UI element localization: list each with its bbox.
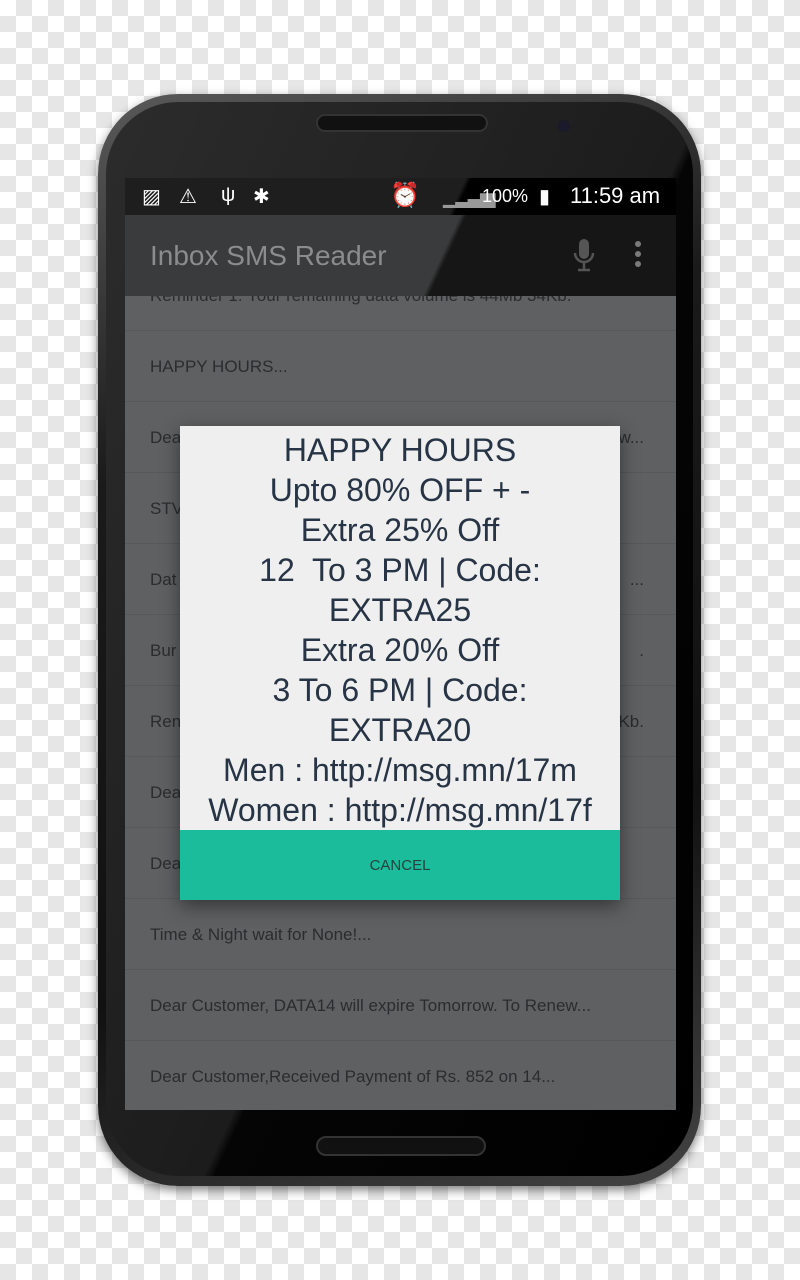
- message-preview-tail: Kb.: [618, 712, 644, 731]
- message-preview: Dear Customer,Received Payment of Rs. 85…: [150, 1067, 556, 1086]
- message-preview: Dear Customer, DATA14 will expire Tomorr…: [150, 996, 591, 1015]
- status-bar: ▨ ⚠ ψ ✱ ⏰ ▁▂▃▅ 100% ▮ 11:59 am: [125, 178, 676, 215]
- message-list-item[interactable]: HAPPY HOURS...: [125, 331, 676, 402]
- message-preview: Dea: [150, 854, 182, 873]
- message-preview: Bur: [150, 641, 177, 660]
- message-preview: Dat: [150, 570, 177, 589]
- message-list-item[interactable]: Time & Night wait for None!...: [125, 899, 676, 970]
- cancel-button[interactable]: CANCEL: [180, 830, 620, 900]
- message-preview: Reminder 1: Your remaining data volume i…: [150, 296, 571, 306]
- message-preview: HAPPY HOURS...: [150, 357, 288, 376]
- message-preview: Dea: [150, 428, 182, 447]
- dialog-message: HAPPY HOURS Upto 80% OFF + - Extra 25% O…: [208, 432, 592, 828]
- message-dialog: HAPPY HOURS Upto 80% OFF + - Extra 25% O…: [180, 426, 620, 900]
- message-list-item[interactable]: Dear Customer,Received Payment of Rs. 85…: [125, 1041, 676, 1110]
- battery-charging-icon: ▮: [539, 186, 551, 208]
- home-speaker-grille: [316, 1136, 486, 1156]
- message-list-item[interactable]: Dear Customer, DATA14 will expire Tomorr…: [125, 970, 676, 1041]
- mic-icon[interactable]: [571, 237, 597, 273]
- front-camera: [558, 120, 570, 132]
- app-title: Inbox SMS Reader: [150, 240, 387, 271]
- message-preview-tail: .: [639, 641, 644, 660]
- app-bar: Inbox SMS Reader: [125, 215, 676, 296]
- warning-icon: ⚠: [179, 186, 197, 208]
- earpiece-speaker: [316, 114, 488, 132]
- message-preview: STV: [150, 499, 184, 518]
- message-preview: Dea: [150, 783, 182, 802]
- alarm-icon: ⏰: [390, 182, 420, 209]
- message-preview-tail: ...: [629, 570, 644, 589]
- image-icon: ▨: [142, 186, 161, 208]
- message-preview: Time & Night wait for None!...: [150, 925, 372, 944]
- bug-icon: ✱: [253, 186, 270, 208]
- message-preview: Ren: [150, 712, 182, 731]
- more-options-icon[interactable]: [630, 241, 646, 271]
- usb-icon: ψ: [221, 184, 236, 206]
- battery-percent: 100%: [482, 186, 529, 206]
- message-preview-tail: w...: [618, 428, 644, 447]
- clock: 11:59 am: [570, 183, 661, 208]
- message-list-item[interactable]: Reminder 1: Your remaining data volume i…: [125, 296, 676, 331]
